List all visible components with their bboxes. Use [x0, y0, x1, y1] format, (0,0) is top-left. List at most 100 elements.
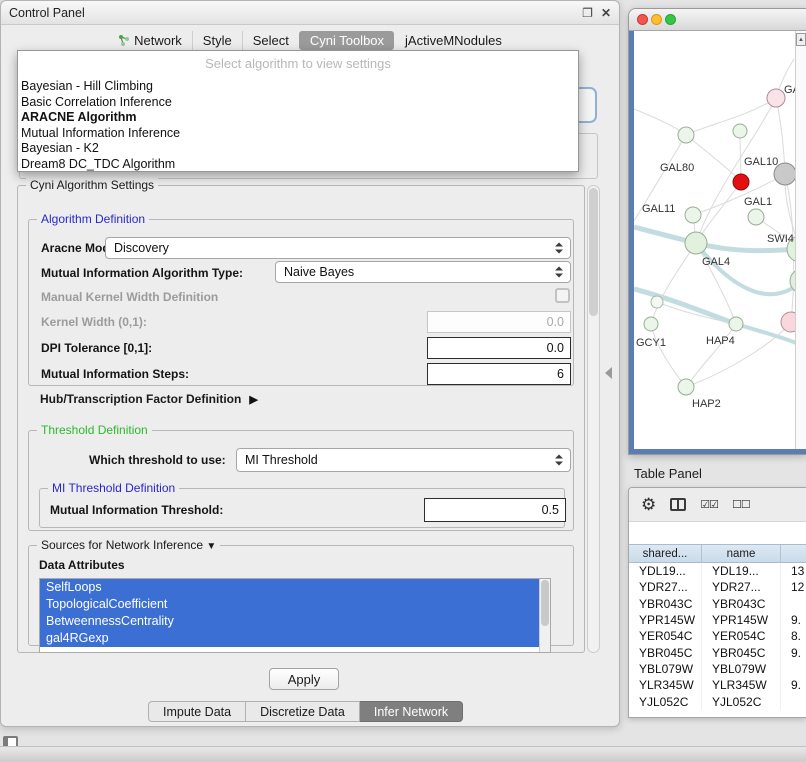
manual-kernel-checkbox[interactable] — [555, 288, 570, 303]
gear-icon[interactable]: ⚙ — [641, 496, 656, 513]
sources-group-title[interactable]: Sources for Network Inference ▼ — [37, 538, 220, 552]
network-node[interactable] — [685, 207, 701, 223]
attribute-list-item[interactable]: TopologicalCoefficient — [40, 596, 539, 613]
table-row[interactable]: YJL052CYJL052C — [629, 693, 806, 709]
network-node[interactable] — [748, 209, 764, 225]
node-label: GAL10 — [744, 156, 778, 168]
table-row[interactable]: YDL19...YDL19...13 — [629, 563, 806, 579]
tab-cyni-toolbox-label: Cyni Toolbox — [310, 33, 384, 48]
algorithm-option[interactable]: Bayesian - Hill Climbing — [18, 79, 578, 95]
table-row[interactable]: YDR27...YDR27...12 — [629, 579, 806, 595]
column-header[interactable] — [781, 545, 806, 562]
table-cell: YDR27... — [702, 579, 781, 595]
hub-tf-definition-label: Hub/Transcription Factor Definition — [40, 392, 241, 406]
deselect-all-icon[interactable]: ☐☐ — [732, 498, 750, 511]
close-icon[interactable]: ✕ — [601, 6, 611, 20]
table-row[interactable]: YPR145WYPR145W9. — [629, 612, 806, 628]
network-edge[interactable] — [686, 324, 736, 387]
tab-select[interactable]: Select — [242, 31, 299, 50]
which-threshold-select[interactable]: MI Threshold — [236, 448, 571, 472]
settings-scrollbar[interactable] — [587, 185, 600, 653]
table-row[interactable]: YBR045CYBR045C9. — [629, 644, 806, 660]
node-label: SWI4 — [767, 233, 794, 245]
hub-tf-definition-toggle[interactable]: Hub/Transcription Factor Definition ▶ — [40, 392, 258, 406]
close-traffic-light-icon[interactable] — [637, 14, 648, 25]
network-edge[interactable] — [651, 243, 696, 324]
expanded-arrow-icon: ▼ — [206, 541, 216, 552]
collapsed-arrow-icon: ▶ — [249, 393, 257, 406]
algorithm-option[interactable]: Dream8 DC_TDC Algorithm — [18, 157, 578, 173]
attribute-list-item[interactable]: SelfLoops — [40, 579, 539, 596]
zoom-traffic-light-icon[interactable] — [665, 14, 676, 25]
tab-infer-network[interactable]: Infer Network — [360, 701, 463, 722]
network-node[interactable] — [767, 89, 785, 107]
tab-discretize-data[interactable]: Discretize Data — [246, 701, 360, 722]
float-window-icon[interactable]: ❐ — [582, 6, 593, 20]
aracne-mode-value: Discovery — [114, 241, 169, 255]
algorithm-option[interactable]: Bayesian - K2 — [18, 141, 578, 157]
attribute-list-item[interactable]: gal4RGexp — [40, 630, 539, 647]
apply-button[interactable]: Apply — [269, 668, 339, 690]
network-node[interactable] — [733, 174, 749, 190]
network-node[interactable] — [733, 124, 747, 138]
attribute-list-item[interactable]: BetweennessCentrality — [40, 613, 539, 630]
network-edge[interactable] — [686, 135, 741, 182]
table-cell — [781, 661, 806, 677]
mi-steps-input[interactable] — [427, 363, 571, 385]
scrollbar-up-arrow-icon[interactable]: ▲ — [796, 33, 806, 46]
network-node[interactable] — [678, 379, 694, 395]
table-cell: YLR345W — [629, 677, 702, 693]
network-edge[interactable] — [686, 322, 791, 387]
table-cell — [781, 693, 806, 709]
tab-network[interactable]: Network — [108, 31, 192, 50]
algorithm-option[interactable]: Mutual Information Inference — [18, 126, 578, 142]
kernel-width-input[interactable] — [427, 311, 571, 333]
table-row[interactable]: YBR043CYBR043C — [629, 596, 806, 612]
algorithm-dropdown-popup: Select algorithm to view settings Bayesi… — [17, 50, 579, 172]
network-node[interactable] — [651, 296, 663, 308]
algorithm-option[interactable]: ARACNE Algorithm — [18, 110, 578, 126]
dpi-tolerance-input[interactable] — [427, 337, 571, 359]
network-canvas[interactable]: GALGAL80GAL10GAL11GAL1SWI4GAL4GCY1HAP4YH… — [629, 31, 806, 454]
table-row[interactable]: YLR345WYLR345W9. — [629, 677, 806, 693]
network-node[interactable] — [781, 312, 796, 332]
network-vertical-scrollbar[interactable]: ▲ — [795, 31, 806, 449]
algorithm-option[interactable]: Basic Correlation Inference — [18, 95, 578, 111]
network-node[interactable] — [644, 317, 658, 331]
select-all-icon[interactable]: ☑☑ — [700, 498, 718, 511]
tab-impute-data[interactable]: Impute Data — [148, 701, 246, 722]
attributes-scrollbar-thumb[interactable] — [541, 580, 549, 626]
settings-group-title: Cyni Algorithm Settings — [26, 178, 158, 192]
network-node[interactable] — [685, 232, 707, 254]
column-header[interactable]: shared... — [629, 545, 702, 562]
table-cell: YJL052C — [702, 693, 781, 709]
which-threshold-value: MI Threshold — [245, 453, 318, 467]
network-view-window: GALGAL80GAL10GAL11GAL1SWI4GAL4GCY1HAP4YH… — [628, 8, 806, 455]
network-node[interactable] — [729, 317, 743, 331]
mi-type-select[interactable]: Naive Bayes — [275, 261, 571, 283]
network-graph[interactable]: GALGAL80GAL10GAL11GAL1SWI4GAL4GCY1HAP4YH… — [634, 31, 796, 451]
table-row[interactable]: YBL079WYBL079W — [629, 661, 806, 677]
table-cell: YBL079W — [702, 661, 781, 677]
combo-stepper-icon — [555, 243, 563, 254]
network-edge[interactable] — [634, 109, 686, 135]
attributes-scrollbar[interactable] — [539, 579, 550, 652]
tab-jactivemodules-label: jActiveMNodules — [405, 33, 502, 48]
minimize-traffic-light-icon[interactable] — [651, 14, 662, 25]
algorithm-placeholder: Select algorithm to view settings — [18, 51, 578, 75]
table-row[interactable]: YER054CYER054C8. — [629, 628, 806, 644]
network-edge[interactable] — [651, 324, 686, 387]
aracne-mode-select[interactable]: Discovery — [105, 237, 571, 259]
tab-style[interactable]: Style — [192, 31, 242, 50]
column-header[interactable]: name — [702, 545, 781, 562]
mi-threshold-input[interactable] — [424, 498, 566, 522]
panel-splitter-handle-icon[interactable] — [605, 367, 612, 379]
network-edge[interactable] — [686, 98, 776, 135]
tab-cyni-toolbox[interactable]: Cyni Toolbox — [299, 31, 394, 50]
mi-threshold-group-title: MI Threshold Definition — [48, 481, 179, 495]
settings-scrollbar-thumb[interactable] — [589, 188, 598, 316]
column-selector-icon[interactable] — [670, 498, 686, 511]
tab-jactivemodules[interactable]: jActiveMNodules — [394, 31, 512, 50]
network-node[interactable] — [678, 127, 694, 143]
network-edge[interactable] — [696, 98, 776, 243]
